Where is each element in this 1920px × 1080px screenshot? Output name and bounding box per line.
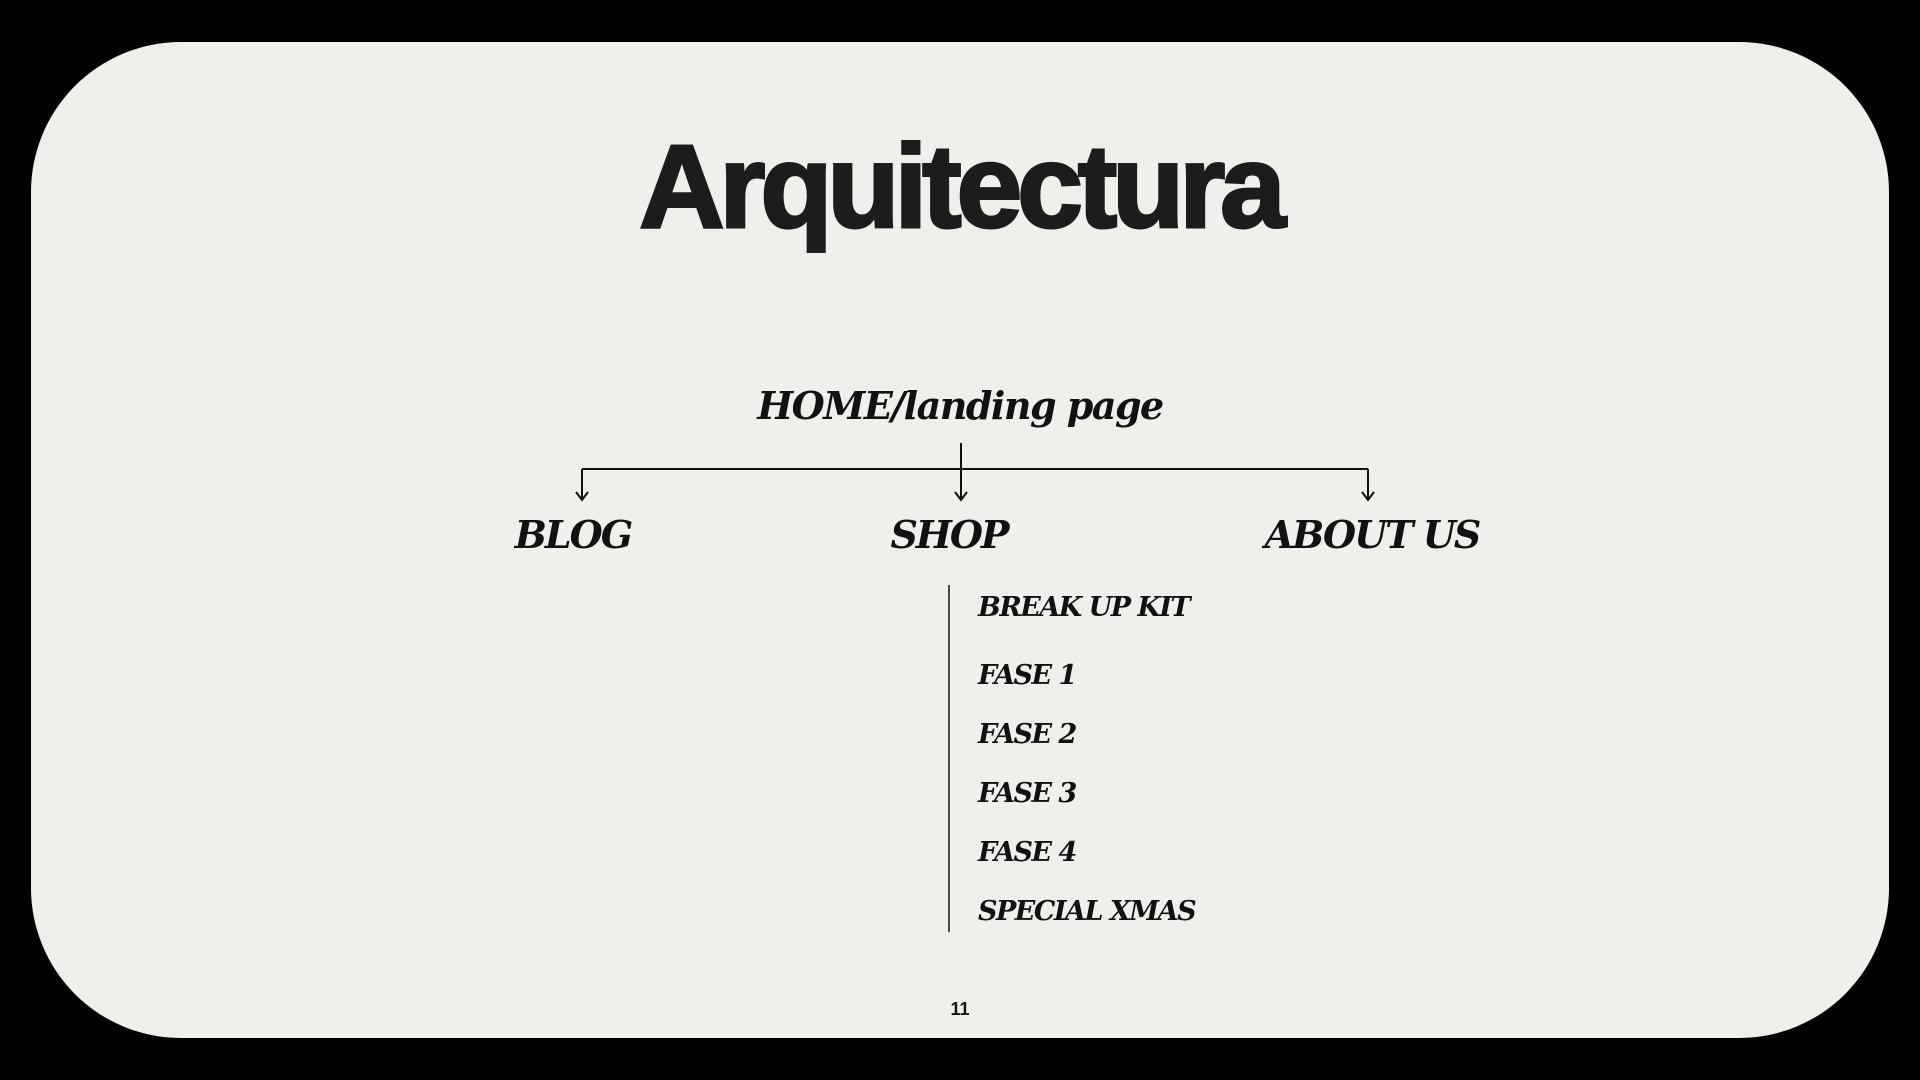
shop-item-fase-1: FASE 1 xyxy=(978,660,1077,691)
shop-item-fase-2: FASE 2 xyxy=(978,719,1077,750)
shop-item-fase-3: FASE 3 xyxy=(978,778,1077,809)
shop-item-break-up-kit: BREAK UP KIT xyxy=(978,592,1191,623)
node-home: HOME/landing page xyxy=(757,383,1164,428)
shop-item-fase-4: FASE 4 xyxy=(978,837,1077,868)
node-about-us: ABOUT US xyxy=(1264,512,1482,557)
shop-item-special-xmas: SPECIAL XMAS xyxy=(978,896,1197,927)
node-blog: BLOG xyxy=(514,512,633,557)
page-number: 11 xyxy=(950,999,970,1019)
node-shop: SHOP xyxy=(890,512,1009,557)
